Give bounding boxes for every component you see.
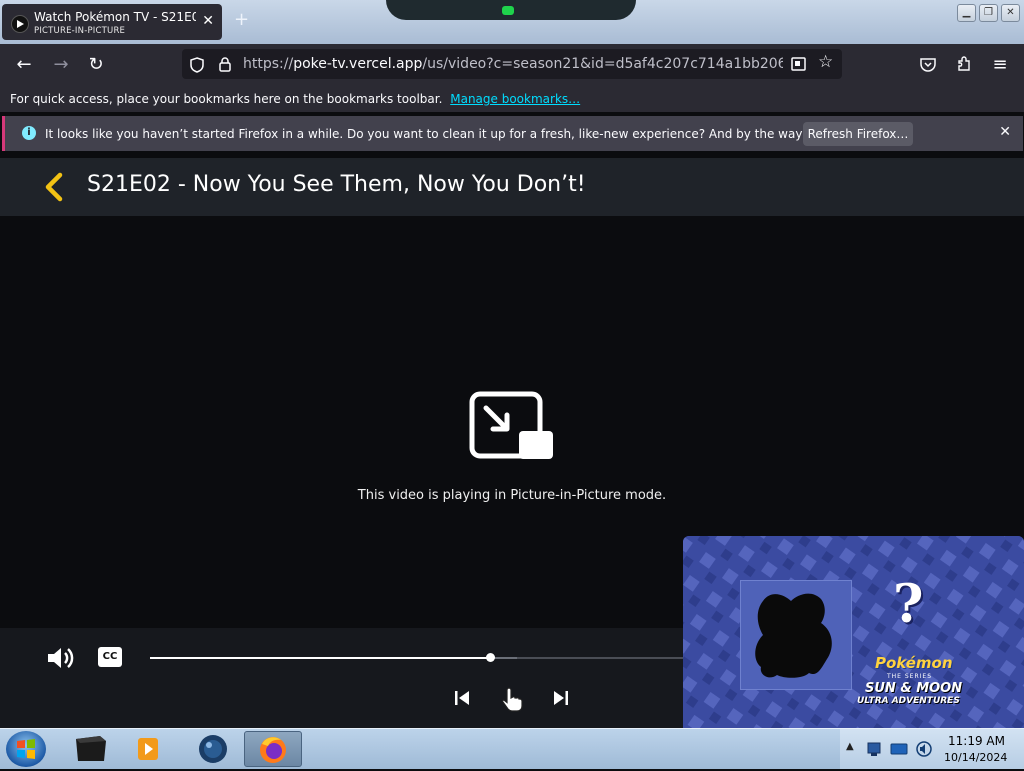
taskbar: ▲ 11:19 AM 10/14/2024 — [0, 728, 1024, 769]
pip-pattern-background — [683, 536, 1024, 728]
question-mark: ? — [893, 574, 924, 635]
progress-scrubber[interactable] — [486, 653, 495, 662]
notification-close-icon[interactable]: ✕ — [999, 124, 1011, 140]
close-window-button[interactable]: ✕ — [1001, 4, 1020, 22]
browser-tab[interactable]: Watch Pokémon TV - S21E02 - Now You See … — [2, 4, 222, 40]
reload-icon[interactable]: ↻ — [82, 44, 110, 85]
notification-message: It looks like you haven’t started Firefo… — [45, 127, 901, 141]
bookmarks-hint: For quick access, place your bookmarks h… — [10, 92, 580, 106]
next-episode-icon[interactable] — [551, 688, 571, 708]
title-bar: Watch Pokémon TV - S21E02 - Now You See … — [0, 0, 1024, 44]
silhouette-panel — [740, 580, 852, 690]
pokemon-silhouette-icon — [755, 593, 832, 678]
manage-bookmarks-link[interactable]: Manage bookmarks… — [450, 92, 580, 106]
display-icon[interactable] — [890, 741, 908, 757]
url-host: poke-tv.vercel.app — [293, 56, 423, 72]
tab-title: Watch Pokémon TV - S21E02 - Now You See … — [34, 10, 196, 24]
refresh-firefox-button[interactable]: Refresh Firefox… — [803, 122, 913, 146]
bookmarks-toolbar: For quick access, place your bookmarks h… — [0, 85, 1024, 112]
clock-time[interactable]: 11:19 AM — [948, 734, 1005, 748]
new-tab-icon[interactable]: + — [234, 9, 249, 30]
refresh-notification: i It looks like you haven’t started Fire… — [2, 116, 1023, 151]
cursor-hand-icon — [502, 687, 523, 712]
episode-title: S21E02 - Now You See Them, Now You Don’t… — [87, 172, 586, 197]
show-hidden-icons-icon[interactable]: ▲ — [846, 741, 854, 752]
firefox-icon — [260, 737, 286, 763]
tab-close-icon[interactable]: ✕ — [202, 13, 214, 29]
network-icon[interactable] — [866, 741, 882, 757]
closed-captions-button[interactable]: CC — [98, 647, 122, 667]
globe-icon — [199, 735, 227, 763]
shield-icon[interactable] — [190, 57, 204, 73]
maximize-button[interactable]: ❐ — [979, 4, 998, 22]
pip-message: This video is playing in Picture-in-Pict… — [357, 488, 667, 503]
menu-icon[interactable]: ≡ — [986, 44, 1014, 85]
tab-subtitle: PICTURE-IN-PICTURE — [34, 26, 126, 36]
sun-moon-logo: SUN & MOON — [865, 681, 963, 696]
pip-window[interactable]: ? Pokémon THE SERIES SUN & MOON ULTRA AD… — [683, 536, 1024, 728]
url-path: /us/video?c=season21&id=d5af4c207c714a1b… — [422, 56, 783, 72]
back-arrow-icon[interactable] — [42, 172, 66, 202]
navigation-bar: ← → ↻ https://poke-tv.vercel.app/us/vide… — [0, 44, 1024, 85]
episode-header: S21E02 - Now You See Them, Now You Don’t… — [0, 158, 1024, 216]
taskbar-media-player-app[interactable] — [120, 731, 176, 765]
lock-icon[interactable] — [219, 56, 231, 72]
reader-view-icon[interactable] — [791, 57, 806, 71]
pocket-icon[interactable] — [920, 57, 936, 72]
previous-episode-icon[interactable] — [452, 688, 472, 708]
pokemon-logo: Pokémon — [875, 654, 953, 672]
badge-eye-icon — [502, 6, 514, 15]
the-series-logo: THE SERIES — [887, 673, 933, 680]
terminal-icon — [76, 736, 106, 761]
bookmarks-hint-text: For quick access, place your bookmarks h… — [10, 92, 443, 106]
speaker-icon[interactable] — [915, 740, 933, 758]
url-prefix: https:// — [243, 56, 294, 72]
start-button[interactable] — [6, 731, 46, 767]
info-icon: i — [22, 126, 36, 140]
browser-badge — [386, 0, 636, 20]
pokemon-tv-favicon-icon — [11, 15, 29, 33]
played-fill — [150, 657, 490, 659]
taskbar-terminal-app[interactable] — [62, 731, 118, 765]
progress-bar[interactable] — [150, 653, 690, 662]
clock-date[interactable]: 10/14/2024 — [944, 751, 1007, 764]
bookmark-star-icon[interactable]: ☆ — [818, 52, 833, 72]
taskbar-firefox-app[interactable] — [244, 731, 302, 767]
back-icon[interactable]: ← — [10, 44, 38, 85]
forward-icon[interactable]: → — [47, 44, 75, 85]
extensions-icon[interactable] — [956, 56, 972, 72]
volume-icon[interactable] — [46, 645, 74, 671]
taskbar-globe-app[interactable] — [184, 731, 240, 765]
url-text[interactable]: https://poke-tv.vercel.app/us/video?c=se… — [243, 56, 783, 72]
minimize-button[interactable]: ▁ — [957, 4, 976, 22]
ultra-adventures-logo: ULTRA ADVENTURES — [857, 696, 960, 706]
url-bar[interactable]: https://poke-tv.vercel.app/us/video?c=se… — [182, 49, 842, 79]
windows-logo-icon — [17, 739, 35, 759]
picture-in-picture-icon — [469, 391, 553, 459]
media-player-icon — [138, 738, 158, 760]
